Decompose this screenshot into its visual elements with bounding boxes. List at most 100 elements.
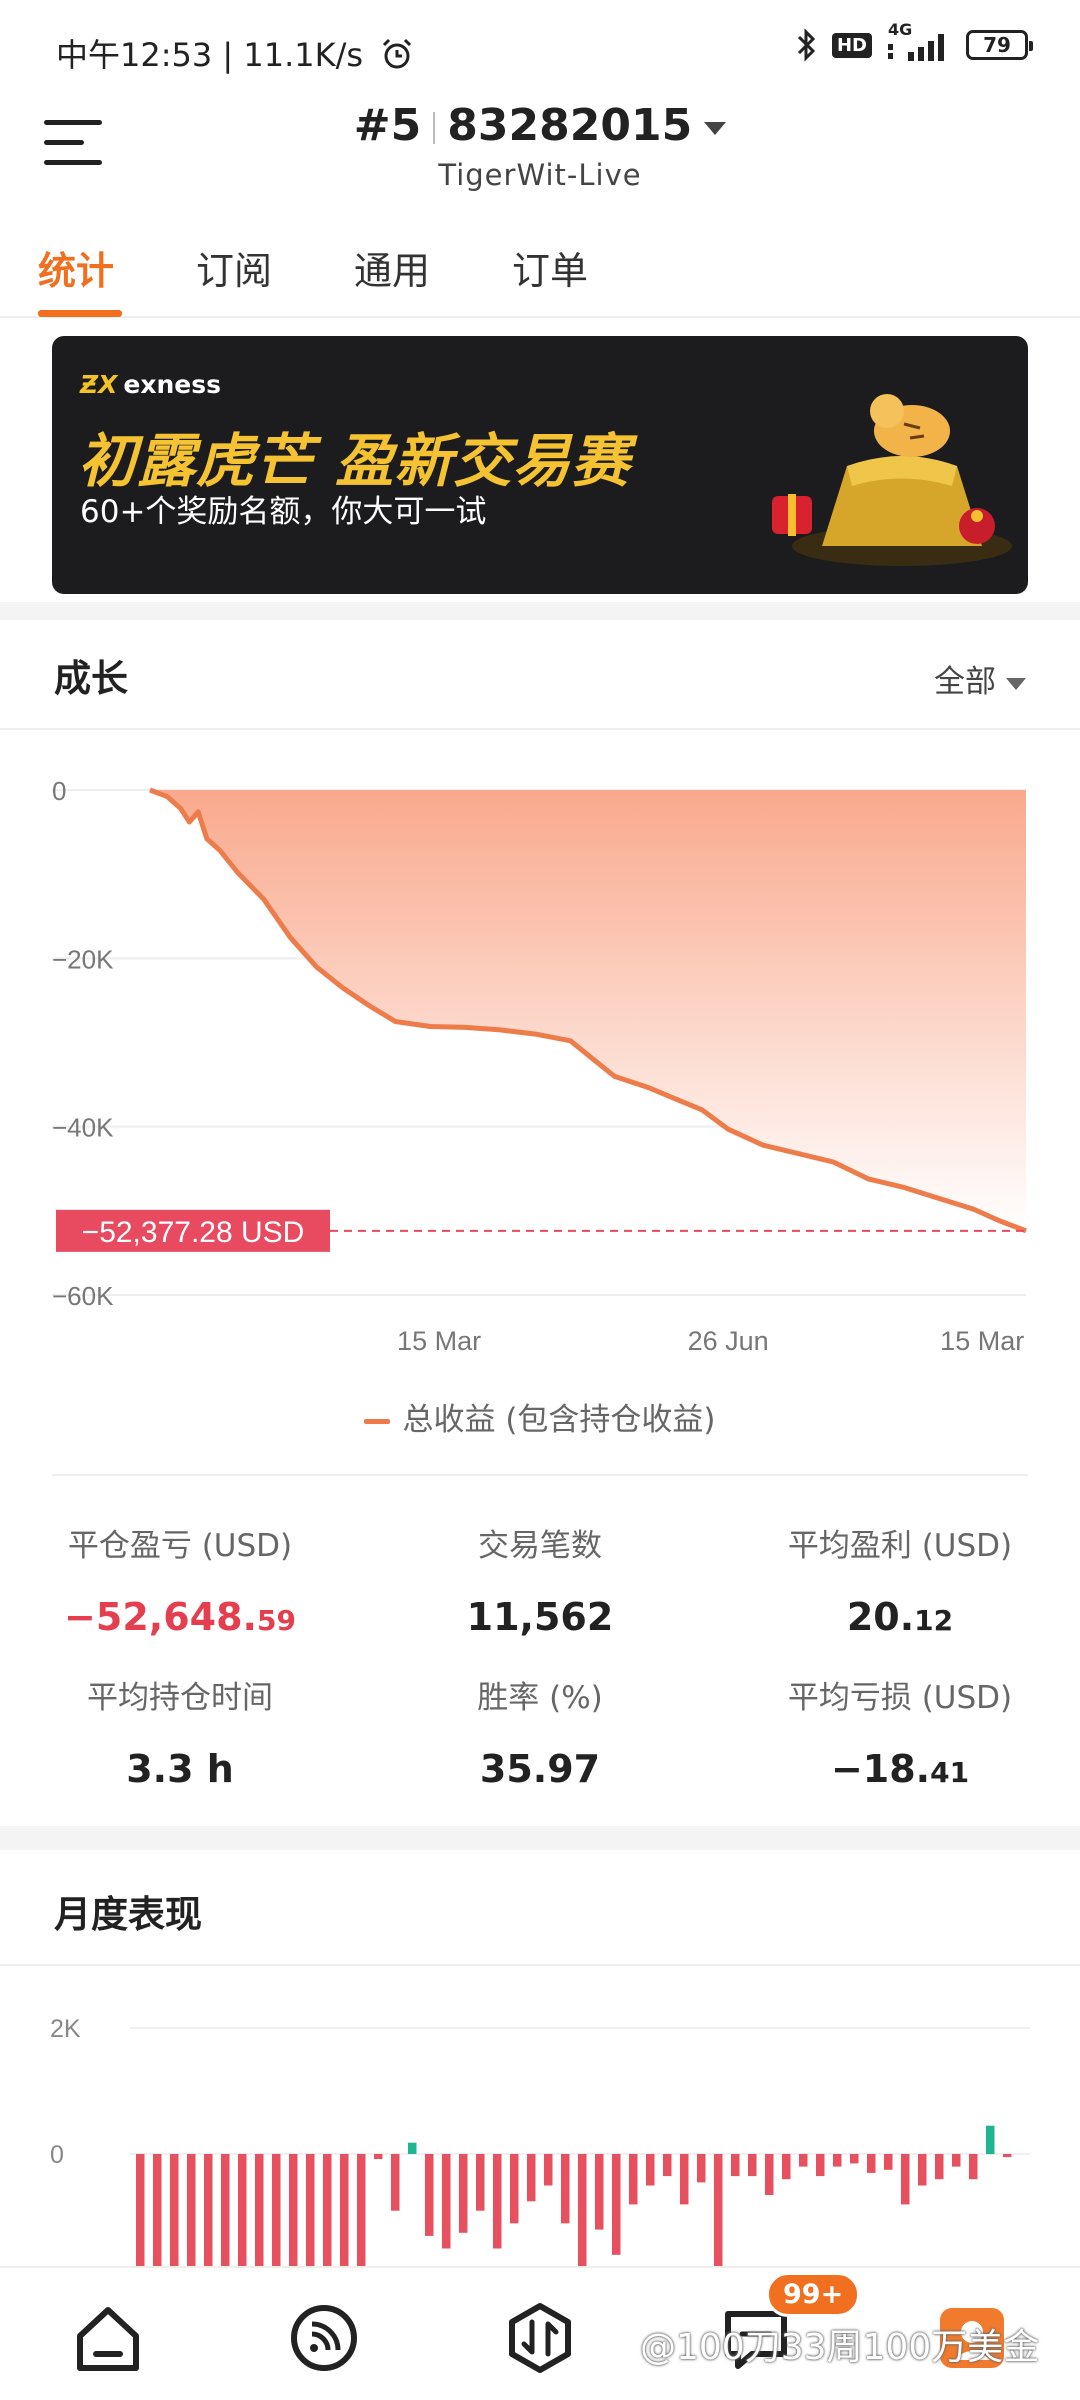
stat-value-int: −18. bbox=[830, 1747, 931, 1791]
monthly-bar[interactable] bbox=[884, 2154, 893, 2170]
monthly-bar[interactable] bbox=[289, 2154, 298, 2266]
account-number: 83282015 bbox=[447, 100, 693, 151]
monthly-bar[interactable] bbox=[680, 2154, 689, 2205]
chart-legend[interactable]: 总收益 (包含持仓收益) bbox=[0, 1394, 1080, 1439]
monthly-bar[interactable] bbox=[527, 2154, 536, 2202]
stat-trade-count: 交易笔数 11,562 bbox=[360, 1520, 720, 1639]
monthly-bar[interactable] bbox=[799, 2154, 808, 2167]
monthly-bar[interactable] bbox=[306, 2154, 315, 2266]
monthly-bar[interactable] bbox=[765, 2154, 774, 2195]
stat-value: −52,648.59 bbox=[0, 1595, 360, 1639]
monthly-bar[interactable] bbox=[595, 2154, 604, 2230]
tab-general[interactable]: 通用 bbox=[354, 240, 430, 295]
home-icon[interactable] bbox=[68, 2298, 148, 2378]
stat-win-rate: 胜率 (%) 35.97 bbox=[360, 1672, 720, 1791]
monthly-bar[interactable] bbox=[935, 2154, 944, 2180]
monthly-bar[interactable] bbox=[374, 2154, 383, 2159]
monthly-bar[interactable] bbox=[272, 2154, 281, 2266]
monthly-bar[interactable] bbox=[646, 2154, 655, 2186]
growth-title: 成长 bbox=[54, 657, 128, 700]
monthly-bar[interactable] bbox=[867, 2154, 876, 2173]
monthly-bar[interactable] bbox=[901, 2154, 910, 2205]
section-divider bbox=[0, 1964, 1080, 1966]
chevron-down-icon bbox=[1006, 677, 1026, 690]
stat-avg-hold-time: 平均持仓时间 3.3 h bbox=[0, 1672, 360, 1791]
chevron-down-icon bbox=[704, 121, 727, 135]
hd-badge: HD bbox=[831, 32, 872, 58]
stat-value-int: −52,648. bbox=[64, 1595, 257, 1639]
monthly-bar[interactable] bbox=[391, 2154, 400, 2211]
monthly-bar[interactable] bbox=[561, 2154, 570, 2224]
monthly-bar[interactable] bbox=[663, 2154, 672, 2177]
current-value-marker: −52,377.28 USD bbox=[56, 1209, 330, 1252]
monthly-bar[interactable] bbox=[782, 2154, 791, 2180]
monthly-bar[interactable] bbox=[612, 2154, 621, 2255]
stat-value-int: 3.3 h bbox=[126, 1747, 234, 1791]
banner-brand-name: exness bbox=[123, 370, 222, 399]
monthly-bar[interactable] bbox=[476, 2154, 485, 2211]
monthly-bar[interactable] bbox=[952, 2154, 961, 2167]
promo-banner[interactable]: ƵX exness 初露虎芒 盈新交易赛 60+个奖励名额，你大可一试 bbox=[52, 336, 1028, 594]
monthly-bar[interactable] bbox=[544, 2154, 553, 2186]
bluetooth-icon bbox=[797, 28, 816, 62]
trade-icon[interactable] bbox=[500, 2298, 580, 2378]
period-filter-dropdown[interactable]: 全部 bbox=[934, 656, 1026, 701]
monthly-bar[interactable] bbox=[493, 2154, 502, 2249]
tab-orders[interactable]: 订单 bbox=[512, 240, 588, 295]
monthly-bar[interactable] bbox=[510, 2154, 519, 2224]
monthly-bar[interactable] bbox=[850, 2154, 859, 2164]
monthly-bar[interactable] bbox=[238, 2154, 247, 2266]
stat-closed-pnl: 平仓盈亏 (USD) −52,648.59 bbox=[0, 1520, 360, 1639]
monthly-bar[interactable] bbox=[918, 2154, 927, 2186]
monthly-bar[interactable] bbox=[969, 2154, 978, 2180]
monthly-bar[interactable] bbox=[629, 2154, 638, 2205]
monthly-bar[interactable] bbox=[323, 2154, 332, 2266]
monthly-bar[interactable] bbox=[816, 2154, 825, 2177]
monthly-bar[interactable] bbox=[170, 2154, 179, 2266]
stat-label: 平均亏损 (USD) bbox=[787, 1680, 1013, 1716]
growth-chart: 0 −20K −40K −60K −52,377.28 USD 15 Mar 26 Ju… bbox=[52, 776, 1027, 1356]
exness-logo-icon: ƵX bbox=[80, 370, 118, 399]
stat-value-int: 35.97 bbox=[479, 1747, 601, 1791]
monthly-bar[interactable] bbox=[425, 2154, 434, 2236]
growth-area-fill bbox=[150, 790, 1026, 1231]
monthly-bar[interactable] bbox=[833, 2154, 842, 2167]
monthly-title: 月度表现 bbox=[54, 1893, 202, 1936]
tab-subscribe[interactable]: 订阅 bbox=[196, 240, 272, 295]
message-count-badge: 99+ bbox=[766, 2272, 861, 2317]
monthly-bar[interactable] bbox=[221, 2154, 230, 2266]
monthly-bar[interactable] bbox=[731, 2154, 740, 2177]
monthly-bar[interactable] bbox=[136, 2154, 145, 2266]
monthly-bar[interactable] bbox=[357, 2154, 366, 2266]
monthly-bar[interactable] bbox=[697, 2154, 706, 2183]
x-tick-label: 26 Jun bbox=[688, 1326, 769, 1356]
status-left: 中午12:53 | 11.1K/s bbox=[56, 30, 415, 76]
stat-value: 11,562 bbox=[360, 1595, 720, 1639]
monthly-bar[interactable] bbox=[714, 2154, 723, 2266]
monthly-bar[interactable] bbox=[1003, 2154, 1012, 2158]
tab-statistics[interactable]: 统计 bbox=[38, 240, 114, 295]
account-index: #5 bbox=[353, 100, 422, 151]
monthly-bar[interactable] bbox=[187, 2154, 196, 2266]
monthly-bar[interactable] bbox=[748, 2154, 757, 2177]
stat-value: −18.41 bbox=[720, 1747, 1080, 1791]
feed-icon[interactable] bbox=[284, 2298, 364, 2378]
monthly-bar[interactable] bbox=[442, 2154, 451, 2249]
monthly-bar[interactable] bbox=[408, 2142, 417, 2154]
monthly-bar[interactable] bbox=[204, 2154, 213, 2266]
stat-value-int: 20. bbox=[846, 1595, 915, 1639]
stat-value-int: 11,562 bbox=[466, 1595, 614, 1639]
account-selector[interactable]: #5 83282015 bbox=[0, 100, 1080, 151]
monthly-bar[interactable] bbox=[459, 2154, 468, 2233]
monthly-bar[interactable] bbox=[986, 2125, 995, 2155]
y-tick-label: 0 bbox=[52, 776, 66, 806]
legend-label: 总收益 (包含持仓收益) bbox=[402, 1402, 716, 1438]
monthly-bar[interactable] bbox=[340, 2154, 349, 2266]
status-time: 中午12:53 bbox=[56, 36, 213, 74]
monthly-bar[interactable] bbox=[255, 2154, 264, 2266]
monthly-bar[interactable] bbox=[153, 2154, 162, 2266]
status-bar: 中午12:53 | 11.1K/s HD 4G 79 bbox=[0, 0, 1080, 96]
battery-icon: 79 bbox=[966, 30, 1033, 60]
monthly-bar[interactable] bbox=[578, 2154, 587, 2266]
title-separator bbox=[433, 112, 436, 144]
